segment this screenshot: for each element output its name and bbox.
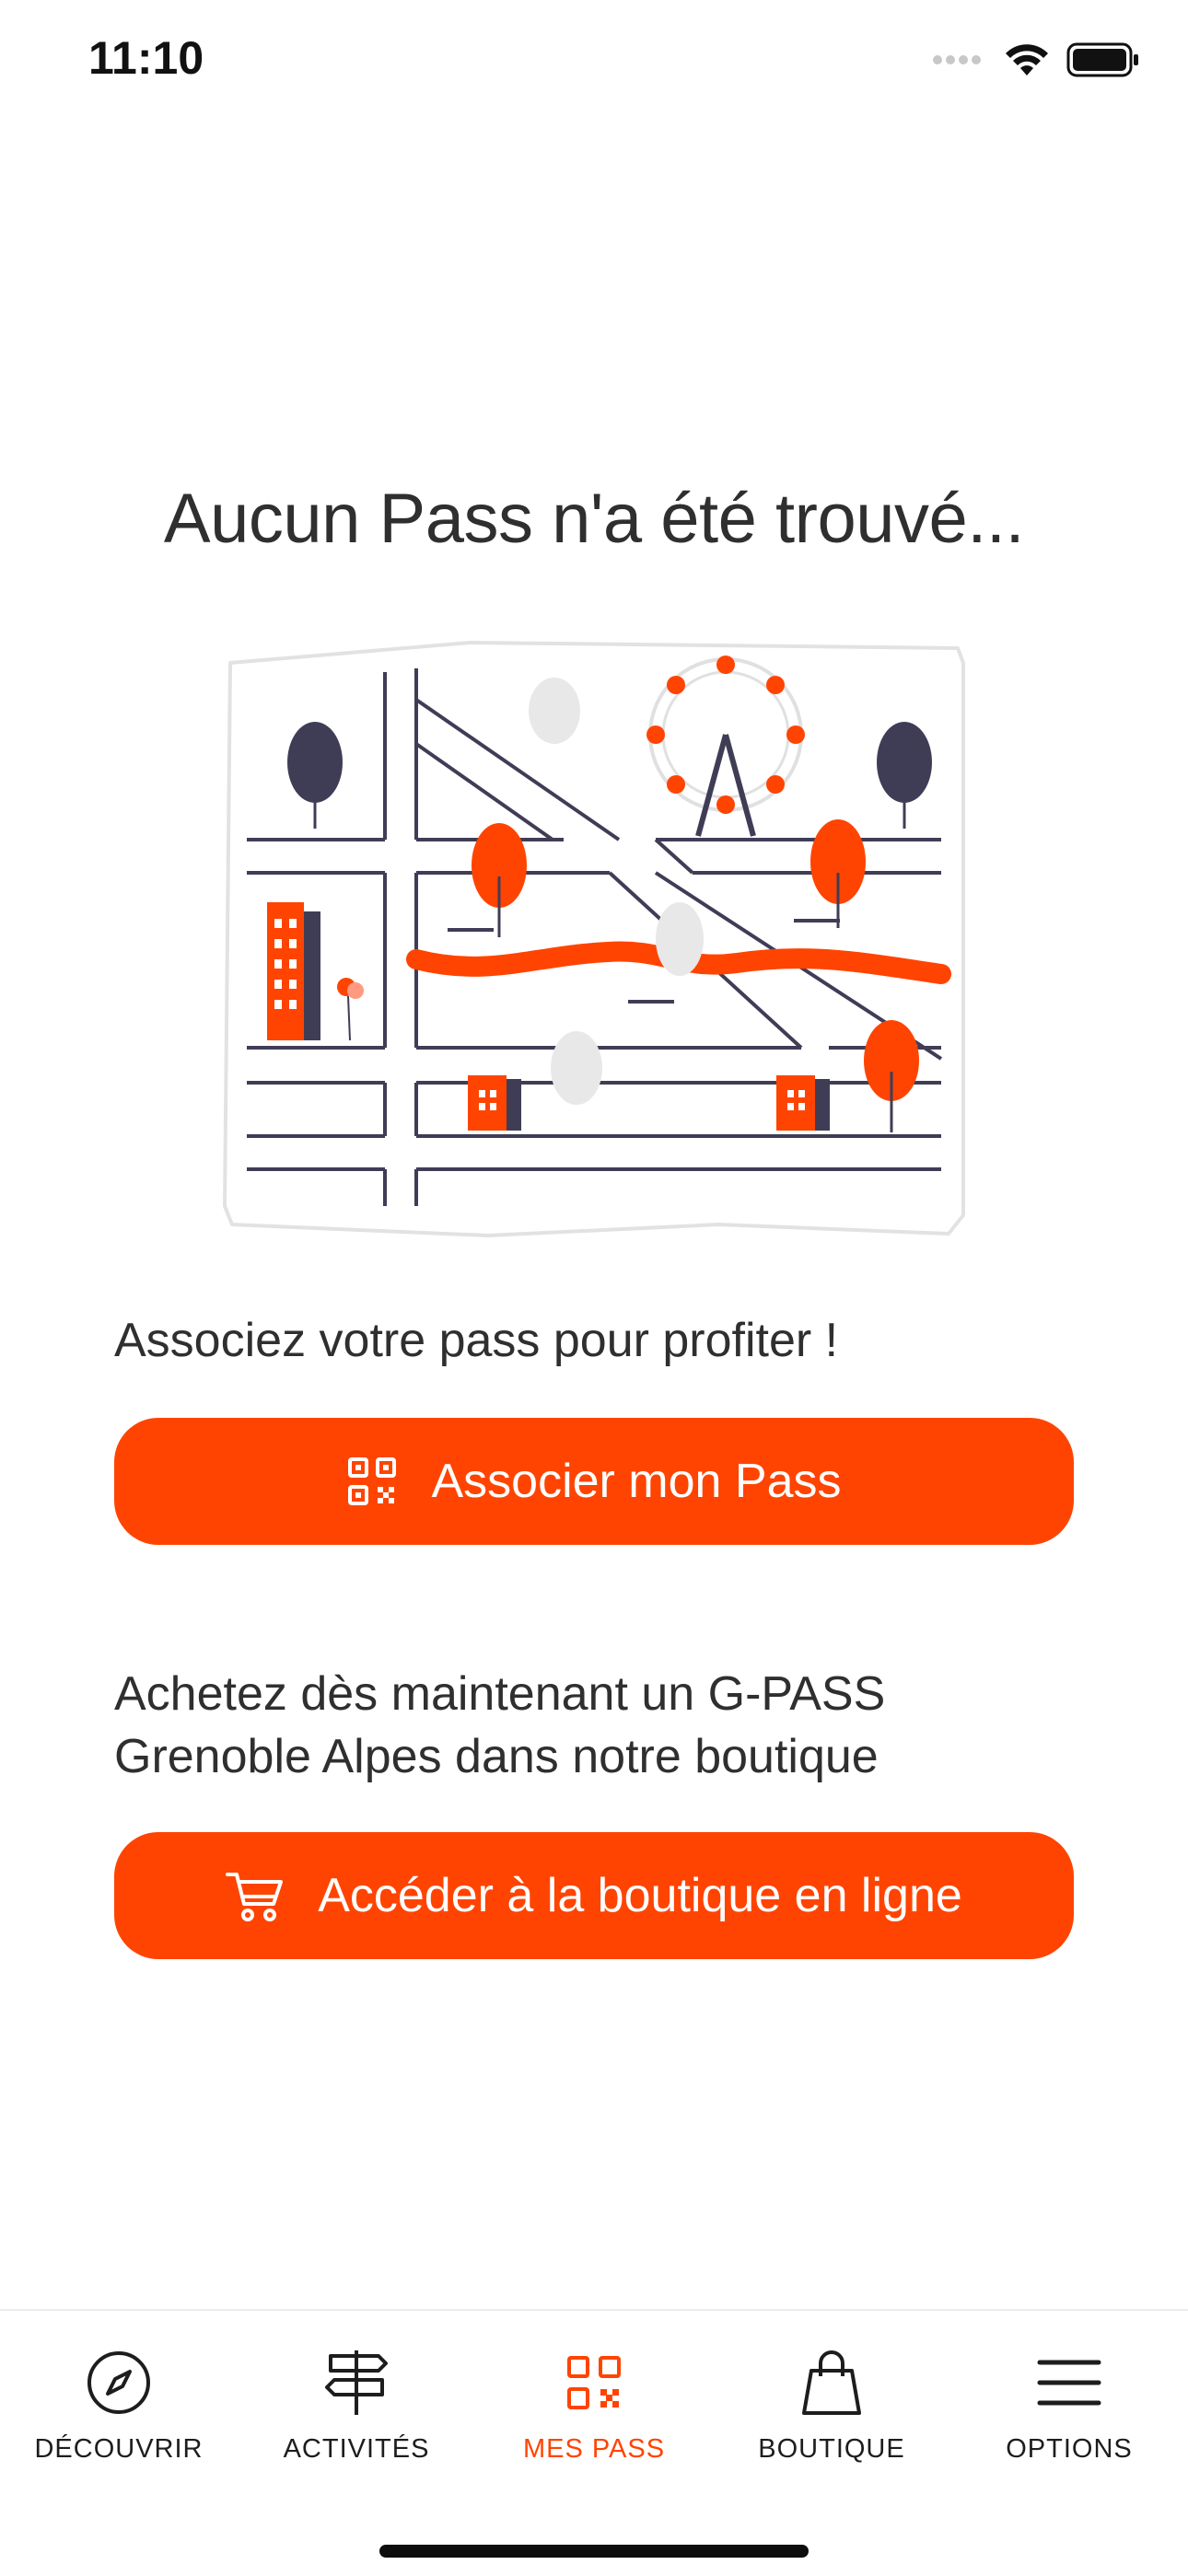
shopping-bag-icon xyxy=(795,2346,868,2419)
compass-icon xyxy=(82,2346,156,2419)
associate-pass-button-label: Associer mon Pass xyxy=(431,1455,842,1508)
tab-label: OPTIONS xyxy=(1006,2434,1133,2464)
status-time: 11:10 xyxy=(88,32,204,84)
qr-code-icon xyxy=(346,1456,398,1507)
tab-label: BOUTIQUE xyxy=(758,2434,905,2464)
associate-prompt: Associez votre pass pour profiter ! xyxy=(114,1314,839,1367)
page-title: Aucun Pass n'a été trouvé... xyxy=(163,480,1025,558)
tab-mes-pass[interactable]: MES PASS xyxy=(475,2311,713,2495)
shop-prompt: Achetez dès maintenant un G-PASS Grenobl… xyxy=(114,1667,886,1783)
signpost-icon xyxy=(320,2346,393,2419)
tab-boutique[interactable]: BOUTIQUE xyxy=(713,2311,950,2495)
tab-label: ACTIVITÉS xyxy=(283,2434,430,2464)
tab-label: DÉCOUVRIR xyxy=(34,2434,204,2464)
menu-icon xyxy=(1032,2346,1106,2419)
tab-decouvrir[interactable]: DÉCOUVRIR xyxy=(0,2311,238,2495)
qr-code-icon xyxy=(557,2346,631,2419)
status-bar: 11:10 xyxy=(0,0,1188,120)
cart-icon xyxy=(226,1869,285,1922)
cellular-signal-icon xyxy=(932,53,987,66)
online-shop-button[interactable]: Accéder à la boutique en ligne xyxy=(114,1832,1074,1959)
wifi-icon xyxy=(1004,42,1050,77)
tab-options[interactable]: OPTIONS xyxy=(950,2311,1188,2495)
battery-icon xyxy=(1066,42,1140,77)
associate-pass-button[interactable]: Associer mon Pass xyxy=(114,1418,1074,1545)
tab-label: MES PASS xyxy=(522,2434,666,2464)
online-shop-button-label: Accéder à la boutique en ligne xyxy=(318,1869,962,1922)
city-map-illustration xyxy=(221,635,967,1243)
home-indicator[interactable] xyxy=(379,2545,809,2558)
tab-bar: DÉCOUVRIR ACTIVITÉS MES PASS BOUTIQUE OP… xyxy=(0,2309,1188,2576)
tab-activites[interactable]: ACTIVITÉS xyxy=(238,2311,475,2495)
status-indicators xyxy=(932,37,1140,83)
